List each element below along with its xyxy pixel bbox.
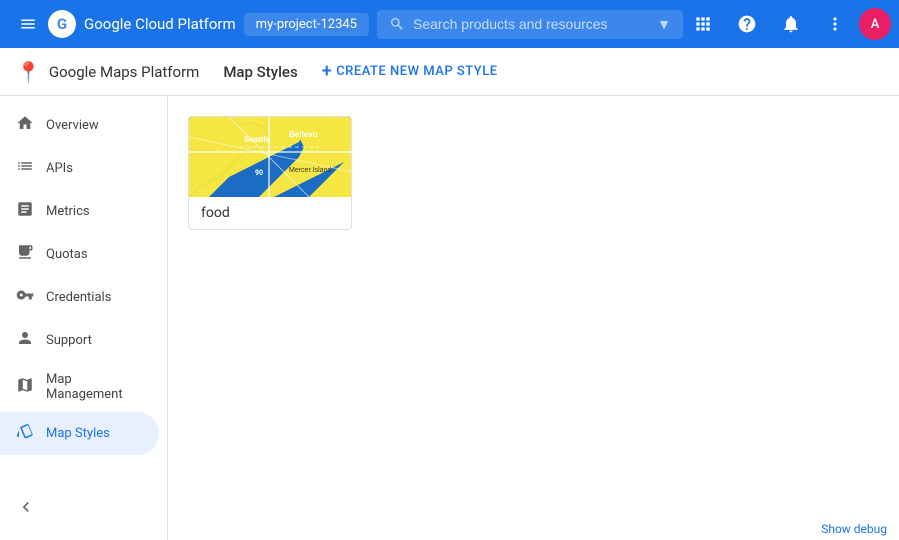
- app-name: Google Maps Platform: [49, 63, 199, 81]
- collapse-sidebar-button[interactable]: [0, 487, 167, 532]
- sidebar-label-support: Support: [46, 333, 92, 348]
- map-style-label: food: [189, 197, 351, 229]
- apis-icon: [16, 157, 34, 180]
- main-content: 90 Seattle Bellevu Mercer Island food: [168, 96, 899, 540]
- sidebar-label-map-management: Map Management: [46, 372, 143, 402]
- sidebar-label-overview: Overview: [46, 118, 99, 133]
- sub-header: 📍 Google Maps Platform Map Styles + CREA…: [0, 48, 899, 96]
- map-styles-icon: [16, 422, 34, 445]
- menu-icon[interactable]: [8, 4, 48, 44]
- sidebar-item-overview[interactable]: Overview: [0, 104, 159, 147]
- avatar[interactable]: A: [859, 8, 891, 40]
- sidebar-item-support[interactable]: Support: [0, 319, 159, 362]
- search-icon: [389, 16, 405, 32]
- svg-text:90: 90: [255, 169, 263, 177]
- plus-icon: +: [322, 61, 333, 82]
- svg-text:Bellevu: Bellevu: [289, 130, 318, 139]
- sidebar-item-quotas[interactable]: Quotas: [0, 233, 159, 276]
- grid-icon-button[interactable]: [683, 4, 723, 44]
- more-icon-button[interactable]: [815, 4, 855, 44]
- google-logo: G: [48, 10, 76, 38]
- notifications-icon-button[interactable]: [771, 4, 811, 44]
- project-selector[interactable]: my-project-12345: [244, 13, 369, 36]
- top-header: G Google Cloud Platform my-project-12345…: [0, 0, 899, 48]
- sidebar-item-metrics[interactable]: Metrics: [0, 190, 159, 233]
- app-title: Google Cloud Platform: [84, 15, 236, 33]
- create-button-label: CREATE NEW MAP STYLE: [336, 64, 497, 79]
- page-title: Map Styles: [223, 63, 297, 81]
- search-input[interactable]: [413, 16, 649, 32]
- sidebar-label-metrics: Metrics: [46, 204, 90, 219]
- quotas-icon: [16, 243, 34, 266]
- create-new-map-style-button[interactable]: + CREATE NEW MAP STYLE: [314, 55, 506, 88]
- help-icon-button[interactable]: [727, 4, 767, 44]
- svg-text:Seattle: Seattle: [244, 135, 271, 144]
- sidebar-item-credentials[interactable]: Credentials: [0, 276, 159, 319]
- search-bar[interactable]: ▼: [377, 10, 683, 39]
- sub-header-logo: 📍 Google Maps Platform: [16, 60, 199, 84]
- search-dropdown-icon[interactable]: ▼: [657, 16, 671, 33]
- sidebar-label-map-styles: Map Styles: [46, 426, 110, 441]
- header-logo: G Google Cloud Platform: [48, 10, 236, 38]
- sidebar-bottom: [0, 479, 167, 540]
- main-layout: Overview APIs Metrics Q: [0, 96, 899, 540]
- support-icon: [16, 329, 34, 352]
- sidebar-label-quotas: Quotas: [46, 247, 88, 262]
- sidebar-label-credentials: Credentials: [46, 290, 111, 305]
- metrics-icon: [16, 200, 34, 223]
- sidebar-item-map-management[interactable]: Map Management: [0, 362, 159, 412]
- map-management-icon: [16, 376, 34, 399]
- map-style-card-food[interactable]: 90 Seattle Bellevu Mercer Island food: [188, 116, 352, 230]
- header-actions: A: [683, 4, 891, 44]
- svg-text:Mercer Island: Mercer Island: [289, 167, 332, 174]
- credentials-icon: [16, 286, 34, 309]
- overview-icon: [16, 114, 34, 137]
- footer: Show debug: [809, 518, 899, 540]
- sidebar: Overview APIs Metrics Q: [0, 96, 168, 540]
- map-thumbnail: 90 Seattle Bellevu Mercer Island: [189, 117, 352, 197]
- debug-link[interactable]: Show debug: [821, 522, 887, 536]
- seattle-map-svg: 90 Seattle Bellevu Mercer Island: [189, 117, 352, 197]
- maps-pin-icon: 📍: [16, 60, 41, 84]
- sidebar-label-apis: APIs: [46, 161, 73, 176]
- sidebar-item-apis[interactable]: APIs: [0, 147, 159, 190]
- sidebar-item-map-styles[interactable]: Map Styles: [0, 412, 159, 455]
